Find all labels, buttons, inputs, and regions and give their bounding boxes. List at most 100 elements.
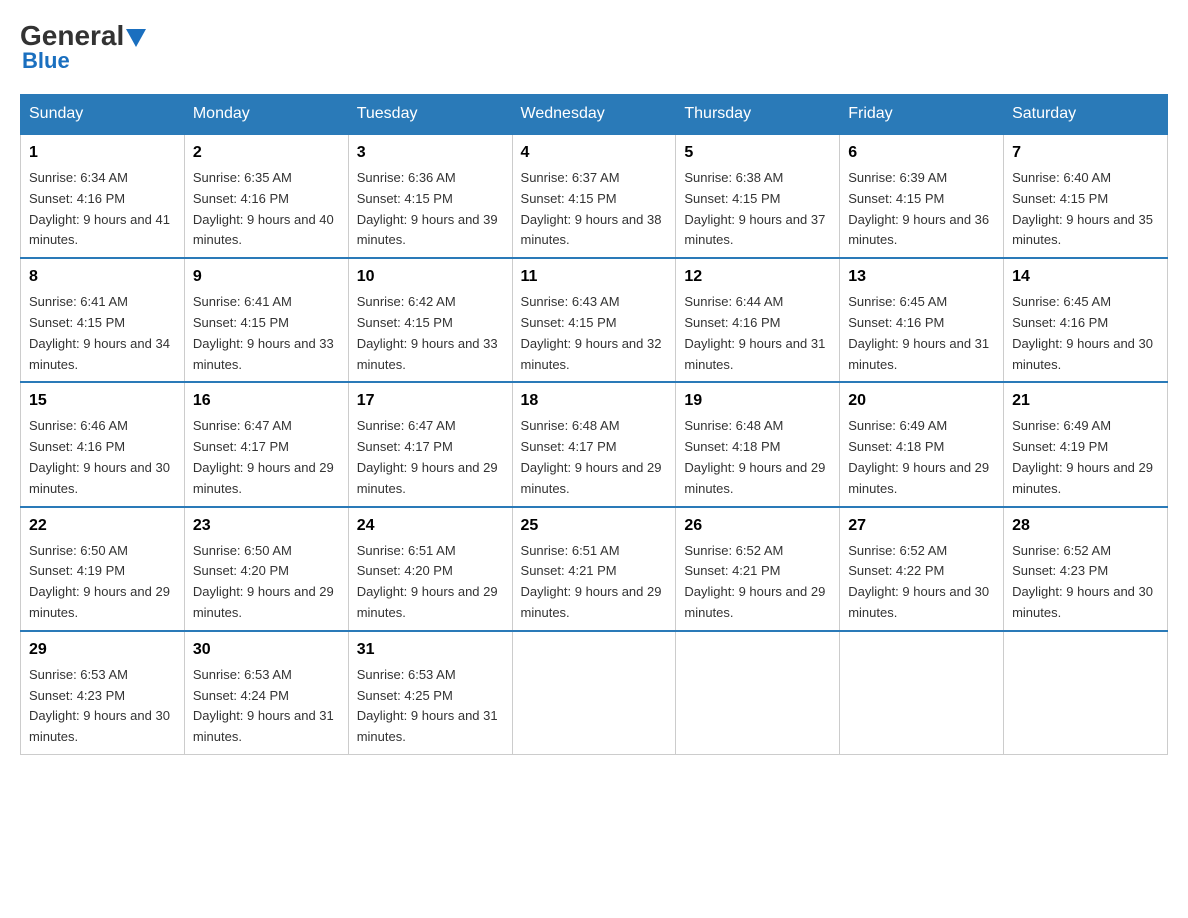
day-info: Sunrise: 6:38 AMSunset: 4:15 PMDaylight:… [684,170,825,247]
day-number: 25 [521,514,668,538]
day-cell-22: 22Sunrise: 6:50 AMSunset: 4:19 PMDayligh… [21,507,185,631]
day-number: 12 [684,265,831,289]
day-number: 28 [1012,514,1159,538]
day-cell-2: 2Sunrise: 6:35 AMSunset: 4:16 PMDaylight… [184,134,348,258]
empty-cell-4-5 [840,631,1004,755]
day-cell-12: 12 Sunrise: 6:44 AMSunset: 4:16 PMDayligh… [676,258,840,382]
day-cell-29: 29Sunrise: 6:53 AMSunset: 4:23 PMDayligh… [21,631,185,755]
header-monday: Monday [184,95,348,135]
logo: General Blue [20,20,146,74]
day-cell-23: 23 Sunrise: 6:50 AMSunset: 4:20 PMDayligh… [184,507,348,631]
header-wednesday: Wednesday [512,95,676,135]
day-number: 20 [848,389,995,413]
day-number: 4 [521,141,668,165]
day-info: Sunrise: 6:53 AMSunset: 4:25 PMDaylight:… [357,667,498,744]
day-number: 26 [684,514,831,538]
day-info: Sunrise: 6:36 AMSunset: 4:15 PMDaylight:… [357,170,498,247]
day-cell-13: 13Sunrise: 6:45 AMSunset: 4:16 PMDayligh… [840,258,1004,382]
day-cell-18: 18 Sunrise: 6:48 AMSunset: 4:17 PMDayligh… [512,382,676,506]
header-friday: Friday [840,95,1004,135]
day-info: Sunrise: 6:45 AMSunset: 4:16 PMDaylight:… [1012,294,1153,371]
week-row-5: 29Sunrise: 6:53 AMSunset: 4:23 PMDayligh… [21,631,1168,755]
empty-cell-4-6 [1004,631,1168,755]
day-number: 27 [848,514,995,538]
logo-blue-text: Blue [22,48,70,74]
calendar-table: SundayMondayTuesdayWednesdayThursdayFrid… [20,94,1168,755]
day-cell-3: 3 Sunrise: 6:36 AMSunset: 4:15 PMDaylight… [348,134,512,258]
day-info: Sunrise: 6:52 AMSunset: 4:23 PMDaylight:… [1012,543,1153,620]
day-number: 22 [29,514,176,538]
day-number: 23 [193,514,340,538]
day-info: Sunrise: 6:40 AMSunset: 4:15 PMDaylight:… [1012,170,1153,247]
day-cell-17: 17 Sunrise: 6:47 AMSunset: 4:17 PMDayligh… [348,382,512,506]
day-cell-16: 16 Sunrise: 6:47 AMSunset: 4:17 PMDayligh… [184,382,348,506]
day-info: Sunrise: 6:39 AMSunset: 4:15 PMDaylight:… [848,170,989,247]
day-cell-26: 26 Sunrise: 6:52 AMSunset: 4:21 PMDayligh… [676,507,840,631]
weekday-header-row: SundayMondayTuesdayWednesdayThursdayFrid… [21,95,1168,135]
week-row-4: 22Sunrise: 6:50 AMSunset: 4:19 PMDayligh… [21,507,1168,631]
day-number: 6 [848,141,995,165]
day-info: Sunrise: 6:48 AMSunset: 4:17 PMDaylight:… [521,418,662,495]
day-number: 18 [521,389,668,413]
header-thursday: Thursday [676,95,840,135]
day-cell-31: 31 Sunrise: 6:53 AMSunset: 4:25 PMDayligh… [348,631,512,755]
header-tuesday: Tuesday [348,95,512,135]
day-cell-7: 7 Sunrise: 6:40 AMSunset: 4:15 PMDaylight… [1004,134,1168,258]
day-number: 24 [357,514,504,538]
day-cell-5: 5Sunrise: 6:38 AMSunset: 4:15 PMDaylight… [676,134,840,258]
day-info: Sunrise: 6:41 AMSunset: 4:15 PMDaylight:… [29,294,170,371]
day-info: Sunrise: 6:45 AMSunset: 4:16 PMDaylight:… [848,294,989,371]
day-info: Sunrise: 6:37 AMSunset: 4:15 PMDaylight:… [521,170,662,247]
day-info: Sunrise: 6:51 AMSunset: 4:21 PMDaylight:… [521,543,662,620]
day-info: Sunrise: 6:41 AMSunset: 4:15 PMDaylight:… [193,294,334,371]
day-number: 19 [684,389,831,413]
empty-cell-4-4 [676,631,840,755]
day-number: 11 [521,265,668,289]
day-info: Sunrise: 6:49 AMSunset: 4:18 PMDaylight:… [848,418,989,495]
day-cell-24: 24 Sunrise: 6:51 AMSunset: 4:20 PMDayligh… [348,507,512,631]
day-cell-6: 6 Sunrise: 6:39 AMSunset: 4:15 PMDaylight… [840,134,1004,258]
day-info: Sunrise: 6:52 AMSunset: 4:21 PMDaylight:… [684,543,825,620]
day-info: Sunrise: 6:46 AMSunset: 4:16 PMDaylight:… [29,418,170,495]
day-number: 14 [1012,265,1159,289]
empty-cell-4-3 [512,631,676,755]
day-cell-11: 11Sunrise: 6:43 AMSunset: 4:15 PMDayligh… [512,258,676,382]
day-cell-4: 4 Sunrise: 6:37 AMSunset: 4:15 PMDaylight… [512,134,676,258]
day-number: 8 [29,265,176,289]
day-cell-19: 19 Sunrise: 6:48 AMSunset: 4:18 PMDayligh… [676,382,840,506]
day-number: 17 [357,389,504,413]
week-row-1: 1Sunrise: 6:34 AMSunset: 4:16 PMDaylight… [21,134,1168,258]
day-info: Sunrise: 6:49 AMSunset: 4:19 PMDaylight:… [1012,418,1153,495]
day-cell-8: 8 Sunrise: 6:41 AMSunset: 4:15 PMDaylight… [21,258,185,382]
day-info: Sunrise: 6:53 AMSunset: 4:24 PMDaylight:… [193,667,334,744]
day-number: 30 [193,638,340,662]
day-cell-27: 27 Sunrise: 6:52 AMSunset: 4:22 PMDayligh… [840,507,1004,631]
day-info: Sunrise: 6:44 AMSunset: 4:16 PMDaylight:… [684,294,825,371]
day-info: Sunrise: 6:47 AMSunset: 4:17 PMDaylight:… [357,418,498,495]
day-cell-21: 21 Sunrise: 6:49 AMSunset: 4:19 PMDayligh… [1004,382,1168,506]
day-info: Sunrise: 6:47 AMSunset: 4:17 PMDaylight:… [193,418,334,495]
day-info: Sunrise: 6:51 AMSunset: 4:20 PMDaylight:… [357,543,498,620]
day-number: 21 [1012,389,1159,413]
day-info: Sunrise: 6:42 AMSunset: 4:15 PMDaylight:… [357,294,498,371]
logo-triangle-icon [126,29,146,47]
day-info: Sunrise: 6:52 AMSunset: 4:22 PMDaylight:… [848,543,989,620]
day-cell-14: 14 Sunrise: 6:45 AMSunset: 4:16 PMDayligh… [1004,258,1168,382]
day-number: 7 [1012,141,1159,165]
day-number: 16 [193,389,340,413]
header-sunday: Sunday [21,95,185,135]
day-cell-15: 15Sunrise: 6:46 AMSunset: 4:16 PMDayligh… [21,382,185,506]
day-info: Sunrise: 6:34 AMSunset: 4:16 PMDaylight:… [29,170,170,247]
day-cell-30: 30 Sunrise: 6:53 AMSunset: 4:24 PMDayligh… [184,631,348,755]
day-number: 3 [357,141,504,165]
day-cell-28: 28 Sunrise: 6:52 AMSunset: 4:23 PMDayligh… [1004,507,1168,631]
day-number: 10 [357,265,504,289]
day-cell-25: 25 Sunrise: 6:51 AMSunset: 4:21 PMDayligh… [512,507,676,631]
day-cell-9: 9 Sunrise: 6:41 AMSunset: 4:15 PMDaylight… [184,258,348,382]
day-number: 31 [357,638,504,662]
day-number: 9 [193,265,340,289]
day-info: Sunrise: 6:48 AMSunset: 4:18 PMDaylight:… [684,418,825,495]
day-info: Sunrise: 6:50 AMSunset: 4:20 PMDaylight:… [193,543,334,620]
header-saturday: Saturday [1004,95,1168,135]
day-number: 2 [193,141,340,165]
